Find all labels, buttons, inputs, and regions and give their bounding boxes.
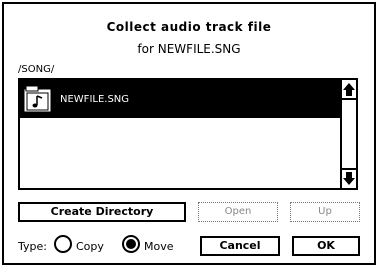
file-list-scrollbar[interactable] — [340, 80, 356, 188]
file-list: NEWFILE.SNG — [18, 78, 358, 190]
collect-audio-dialog: Collect audio track file for NEWFILE.SNG… — [2, 2, 376, 265]
arrow-down-icon — [343, 172, 355, 185]
scroll-track[interactable] — [342, 100, 356, 168]
move-radio-label: Move — [144, 240, 174, 253]
cancel-button[interactable]: Cancel — [200, 236, 280, 256]
move-radio[interactable] — [122, 235, 140, 253]
type-label: Type: — [18, 240, 47, 253]
dialog-subtitle: for NEWFILE.SNG — [137, 42, 241, 56]
copy-radio-label: Copy — [76, 240, 104, 253]
create-directory-button[interactable]: Create Directory — [18, 202, 186, 222]
ok-button[interactable]: OK — [292, 236, 360, 256]
open-button[interactable]: Open — [198, 202, 278, 222]
copy-radio[interactable] — [54, 235, 72, 253]
list-item-label: NEWFILE.SNG — [60, 94, 130, 105]
list-item[interactable]: NEWFILE.SNG — [20, 80, 342, 118]
up-button[interactable]: Up — [290, 202, 360, 222]
scroll-down-button[interactable] — [342, 168, 356, 188]
scroll-up-button[interactable] — [342, 80, 356, 100]
radio-selected-dot — [126, 239, 136, 249]
current-path: /SONG/ — [18, 64, 55, 75]
arrow-up-icon — [343, 83, 355, 96]
song-folder-icon — [23, 85, 52, 113]
dialog-title: Collect audio track file — [106, 20, 272, 34]
